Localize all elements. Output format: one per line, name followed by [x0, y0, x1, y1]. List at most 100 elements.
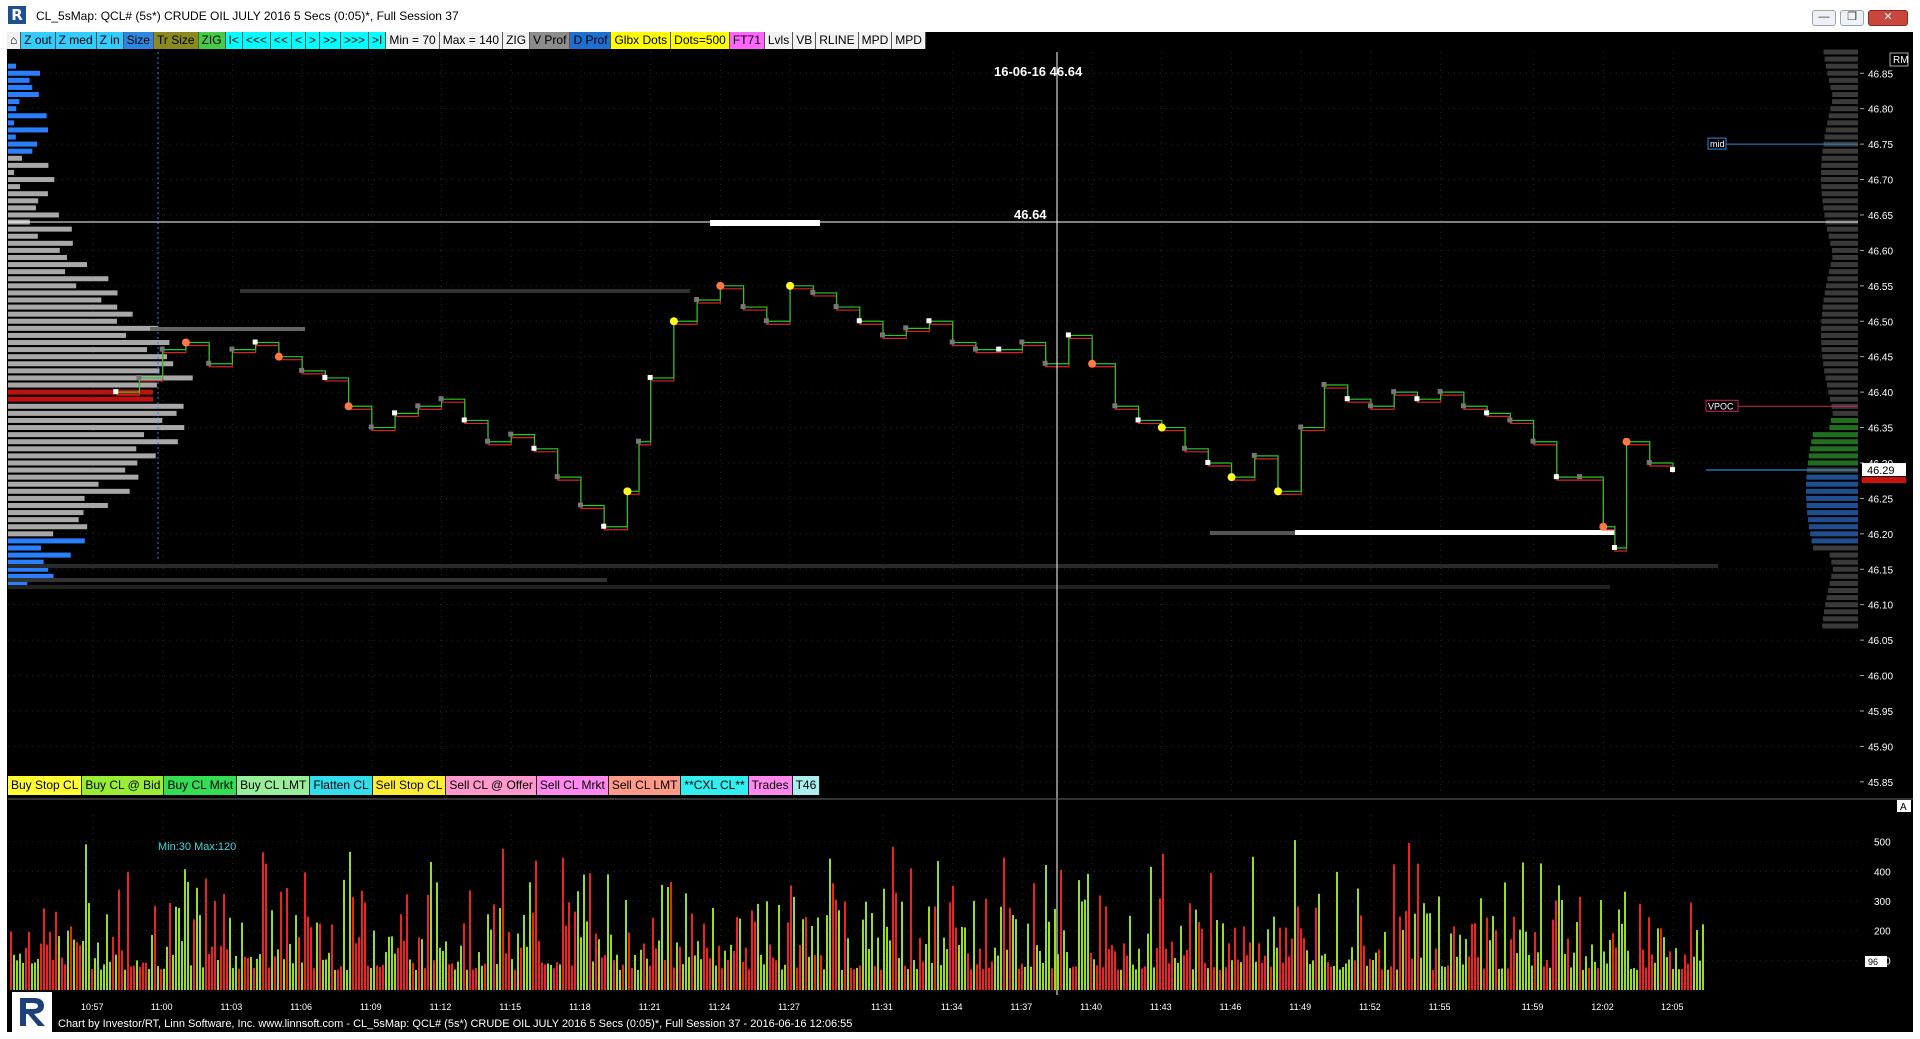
volume-bar	[754, 921, 756, 990]
toolbar-button-9[interactable]: <<	[270, 32, 292, 49]
toolbar-button-2[interactable]: Z med	[55, 32, 97, 49]
depth-profile-bar	[1810, 531, 1858, 537]
volume-bar	[526, 946, 528, 990]
volume-bar	[1021, 963, 1023, 990]
toolbar-button-19[interactable]: D Prof	[570, 32, 612, 49]
volume-bar	[652, 917, 654, 990]
volume-bar	[364, 902, 366, 990]
depth-profile-bar	[1828, 233, 1858, 239]
last-price-label: 46.29	[1867, 465, 1895, 477]
volume-bar	[274, 956, 276, 990]
time-axis-label: 11:31	[871, 1002, 893, 1012]
toolbar-button-1[interactable]: Z out	[21, 32, 56, 49]
volume-bar	[610, 934, 612, 990]
order-button-5[interactable]: Sell Stop CL	[372, 776, 447, 795]
order-button-7[interactable]: Sell CL Mrkt	[536, 776, 609, 795]
chart-canvas[interactable]: 16-06-16 46.64 46.64 mid VPOC 46.85 46.80 46.7…	[0, 0, 1920, 1039]
volume-bar	[367, 965, 369, 990]
volume-bar	[943, 937, 945, 990]
volume-bar	[1363, 945, 1365, 990]
volume-bar	[679, 946, 681, 990]
glbx-dot	[669, 317, 678, 326]
volume-bar	[1075, 966, 1077, 990]
toolbar-button-16[interactable]: Max = 140	[439, 32, 504, 49]
volume-bar	[1489, 940, 1491, 990]
depth-profile-bar	[1822, 304, 1858, 310]
volume-bar	[1468, 956, 1470, 990]
volume-bar	[1321, 955, 1323, 990]
toolbar-button-10[interactable]: <	[291, 32, 306, 49]
depth-profile-bar	[1825, 127, 1858, 133]
toolbar-button-3[interactable]: Z in	[96, 32, 124, 49]
volume-bar	[310, 927, 312, 990]
volume-bar	[1483, 968, 1485, 990]
toolbar-button-25[interactable]: RLINE	[816, 32, 859, 49]
toolbar-button-27[interactable]: MPD	[892, 32, 926, 49]
volume-axis-label: 300	[1874, 897, 1891, 908]
toolbar-button-15[interactable]: Min = 70	[386, 32, 440, 49]
toolbar-button-23[interactable]: Lvls	[764, 32, 794, 49]
trade-print	[322, 374, 328, 380]
order-button-9[interactable]: **CXL CL**	[681, 776, 749, 795]
toolbar-button-0[interactable]: ⌂	[7, 32, 22, 49]
price-axis-label: 45.95	[1868, 707, 1893, 718]
order-button-10[interactable]: Trades	[748, 776, 793, 795]
toolbar-button-7[interactable]: I<	[225, 32, 243, 49]
toolbar-button-26[interactable]: MPD	[858, 32, 893, 49]
order-button-2[interactable]: Buy CL Mrkt	[164, 776, 238, 795]
volume-bar	[1690, 902, 1692, 990]
volume-profile-bar	[8, 262, 88, 268]
depth-profile-bar	[1821, 318, 1858, 324]
volume-bar	[1606, 963, 1608, 990]
volume-bar	[487, 914, 489, 990]
volume-bar	[790, 885, 792, 990]
trade-print	[694, 297, 700, 302]
volume-bar	[946, 949, 948, 990]
toolbar-button-13[interactable]: >>>	[340, 32, 370, 49]
volume-bar	[1168, 963, 1170, 990]
toolbar-button-8[interactable]: <<<	[242, 32, 271, 49]
volume-bar	[739, 918, 741, 990]
toolbar-button-4[interactable]: Size	[123, 32, 154, 49]
order-button-4[interactable]: Flatten CL	[310, 776, 373, 795]
toolbar-button-22[interactable]: FT71	[729, 32, 765, 49]
order-button-11[interactable]: T46	[792, 776, 821, 795]
toolbar-button-12[interactable]: >>	[319, 32, 341, 49]
toolbar-button-24[interactable]: VB	[793, 32, 817, 49]
volume-profile-bar	[8, 77, 30, 83]
volume-bar	[643, 943, 645, 990]
time-axis-label: 11:21	[639, 1002, 661, 1012]
toolbar-button-18[interactable]: V Prof	[530, 32, 571, 49]
volume-bar	[1222, 923, 1224, 990]
toolbar-button-20[interactable]: Glbx Dots	[611, 32, 672, 49]
toolbar-button-17[interactable]: ZIG	[503, 32, 531, 49]
volume-bar	[475, 968, 477, 990]
volume-bar	[406, 894, 408, 990]
toolbar-button-14[interactable]: >I	[369, 32, 387, 49]
volume-bar	[70, 926, 72, 990]
order-button-0[interactable]: Buy Stop CL	[8, 776, 83, 795]
volume-bar	[1495, 930, 1497, 990]
volume-bar	[82, 940, 84, 990]
depth-profile-bar	[1829, 269, 1858, 275]
price-axis-label: 46.20	[1868, 530, 1893, 541]
toolbar-button-11[interactable]: >	[305, 32, 320, 49]
volume-bar	[1231, 960, 1233, 990]
volume-bar	[838, 910, 840, 990]
volume-bar	[442, 951, 444, 990]
volume-bar	[874, 966, 876, 990]
toolbar-button-21[interactable]: Dots=500	[671, 32, 730, 49]
volume-bar	[187, 881, 189, 990]
volume-bar	[1201, 928, 1203, 990]
toolbar-button-5[interactable]: Tr Size	[153, 32, 199, 49]
order-button-8[interactable]: Sell CL LMT	[608, 776, 682, 795]
depth-profile-bar	[1807, 517, 1858, 523]
volume-bar	[1501, 968, 1503, 990]
volume-bar	[1600, 900, 1602, 990]
volume-bar	[706, 947, 708, 990]
volume-bar	[1153, 967, 1155, 990]
toolbar-button-6[interactable]: ZIG	[198, 32, 226, 49]
order-button-3[interactable]: Buy CL LMT	[237, 776, 311, 795]
order-button-6[interactable]: Sell CL @ Offer	[446, 776, 537, 795]
order-button-1[interactable]: Buy CL @ Bid	[82, 776, 165, 795]
